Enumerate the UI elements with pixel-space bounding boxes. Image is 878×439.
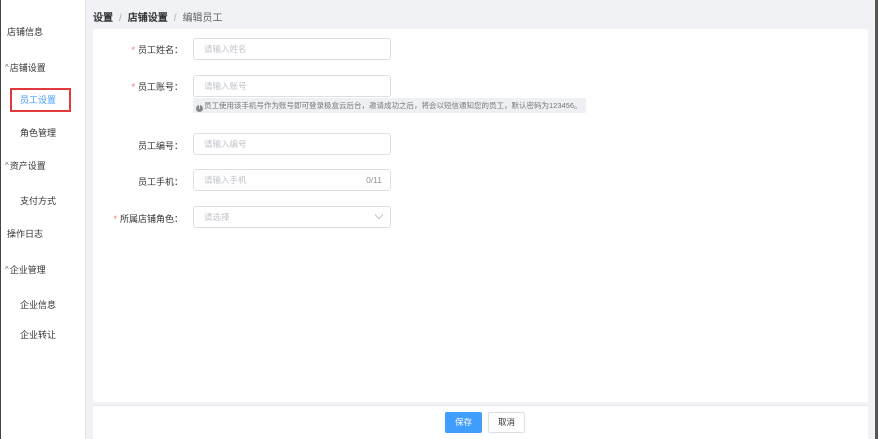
staff-number-label-text: 员工编号： <box>137 141 183 151</box>
sidebar-group-label: 店铺设置 <box>9 63 46 73</box>
sidebar-item-enterprise-transfer[interactable]: 企业转让 <box>20 328 56 341</box>
shop-role-placeholder: 请选择 <box>204 212 230 222</box>
sidebar-group-asset-settings[interactable]: ^资产设置 <box>5 159 46 172</box>
breadcrumb-separator: / <box>119 13 122 24</box>
staff-number-label: 员工编号： <box>63 139 183 152</box>
staff-account-label: * 员工账号： <box>63 80 183 93</box>
staff-name-label-text: 员工姓名： <box>137 45 183 55</box>
chevron-up-icon: ^ <box>5 265 9 274</box>
sidebar-group-enterprise-management[interactable]: ^企业管理 <box>5 263 46 276</box>
staff-name-input[interactable]: 请输入姓名 <box>193 38 391 60</box>
shop-role-label-text: 所属店铺角色： <box>119 214 183 224</box>
sidebar-item-shop-info[interactable]: 店铺信息 <box>7 25 43 38</box>
sidebar-group-label: 资产设置 <box>9 161 46 171</box>
sidebar-group-shop-settings[interactable]: ^店铺设置 <box>5 61 46 74</box>
sidebar-item-payment-methods[interactable]: 支付方式 <box>20 194 56 207</box>
staff-phone-label: 员工手机： <box>63 175 183 188</box>
staff-phone-input[interactable]: 请输入手机 0/11 <box>193 169 391 191</box>
staff-phone-placeholder: 请输入手机 <box>204 175 247 185</box>
chevron-up-icon: ^ <box>5 161 9 170</box>
sidebar-item-enterprise-info[interactable]: 企业信息 <box>20 298 56 311</box>
required-marker: * <box>131 82 135 92</box>
chevron-down-icon <box>374 210 384 220</box>
account-hint-text: 员工使用该手机号作为账号即可登录极盒云后台，邀请成功之后，将会以短信通知您的员工… <box>204 101 582 110</box>
sidebar-item-staff-settings[interactable]: 员工设置 <box>10 88 71 112</box>
staff-account-input[interactable]: 请输入账号 <box>193 75 391 97</box>
account-hint: ! 员工使用该手机号作为账号即可登录极盒云后台，邀请成功之后，将会以短信通知您的员… <box>193 98 586 113</box>
phone-char-counter: 0/11 <box>366 175 382 185</box>
cancel-button[interactable]: 取消 <box>488 412 525 433</box>
breadcrumb-item-settings[interactable]: 设置 <box>93 13 113 24</box>
sidebar-item-role-management[interactable]: 角色管理 <box>20 126 56 139</box>
staff-number-input[interactable]: 请输入编号 <box>193 133 391 155</box>
sidebar-group-label: 企业管理 <box>9 265 46 275</box>
breadcrumb-separator: / <box>173 13 177 24</box>
info-icon: ! <box>196 105 203 112</box>
staff-name-label: * 员工姓名： <box>63 43 183 56</box>
chevron-up-icon: ^ <box>5 63 9 72</box>
shop-role-select[interactable]: 请选择 <box>193 206 391 228</box>
staff-phone-label-text: 员工手机： <box>137 177 183 187</box>
save-button[interactable]: 保存 <box>445 412 482 433</box>
breadcrumb-item-shop-settings[interactable]: 店铺设置 <box>128 13 168 24</box>
required-marker: * <box>131 45 135 55</box>
shop-role-label: * 所属店铺角色： <box>63 212 183 225</box>
breadcrumb: 设置 / 店铺设置 / 编辑员工 <box>93 9 223 24</box>
staff-account-label-text: 员工账号： <box>137 82 183 92</box>
sidebar-item-operation-log[interactable]: 操作日志 <box>7 227 43 240</box>
required-marker: * <box>113 214 117 224</box>
breadcrumb-item-edit-staff: 编辑员工 <box>182 13 223 24</box>
